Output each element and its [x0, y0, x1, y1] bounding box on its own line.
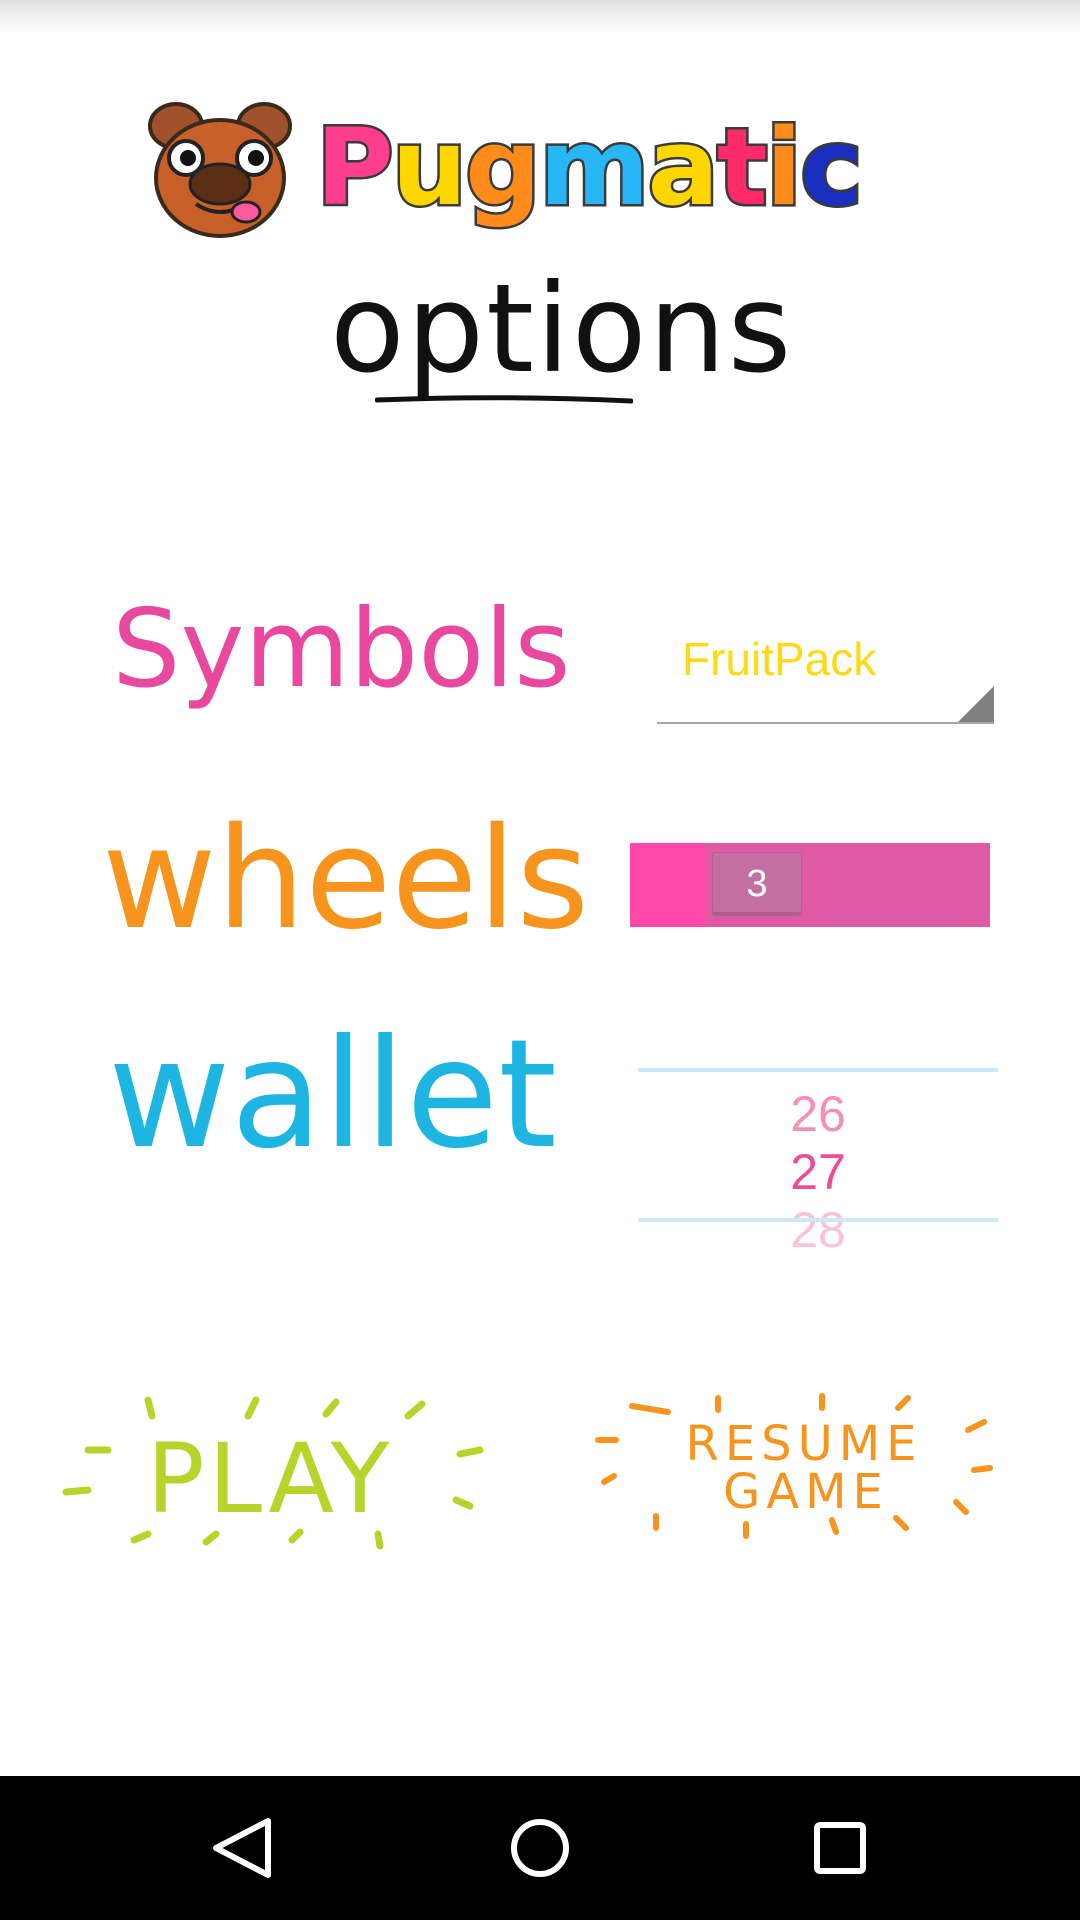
page-title: options [330, 258, 794, 400]
home-icon[interactable] [468, 1776, 612, 1920]
wheels-label: wheels [102, 798, 590, 961]
dropdown-arrow-icon [958, 686, 994, 722]
picker-value-previous[interactable]: 26 [638, 1084, 998, 1144]
picker-value-selected[interactable]: 27 [638, 1142, 998, 1202]
wallet-label: wallet [108, 1008, 558, 1182]
status-bar-shadow [0, 0, 1080, 34]
symbols-selected-value: FruitPack [682, 633, 877, 685]
recents-icon[interactable] [768, 1776, 912, 1920]
symbols-dropdown[interactable]: FruitPack [657, 620, 994, 724]
wheels-seekbar[interactable]: 3 [630, 843, 990, 927]
resume-game-button[interactable]: RESUME GAME [592, 1388, 1002, 1548]
dropdown-underline [657, 722, 994, 724]
title-underline [375, 395, 633, 404]
logo-text: Pugmatic [314, 103, 866, 231]
pug-face-icon [148, 102, 292, 238]
back-icon[interactable] [170, 1776, 314, 1920]
wallet-number-picker[interactable]: 26 27 28 [638, 1064, 998, 1258]
app-logo: Pugmatic [146, 92, 865, 242]
picker-value-next[interactable]: 28 [638, 1200, 998, 1260]
wheels-seekbar-thumb[interactable]: 3 [712, 852, 802, 916]
symbols-label: Symbols [112, 587, 571, 712]
picker-divider-top [638, 1068, 998, 1072]
play-button-label: PLAY [147, 1423, 393, 1535]
play-button[interactable]: PLAY [60, 1388, 490, 1558]
picker-divider-bottom [638, 1218, 998, 1222]
resume-button-label-line2: GAME [723, 1464, 889, 1520]
navigation-bar [0, 1776, 1080, 1920]
